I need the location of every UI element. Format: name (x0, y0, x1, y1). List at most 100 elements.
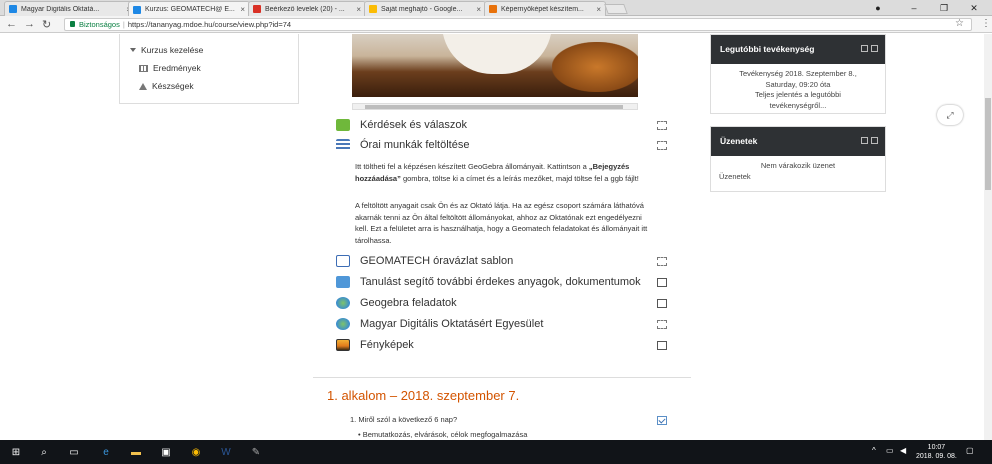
edge-icon[interactable]: e (98, 444, 114, 460)
bookmark-star-icon[interactable]: ☆ (955, 18, 964, 29)
recent-activity-block: Legutóbbi tevékenység Tevékenység 2018. … (710, 34, 886, 114)
completion-checkbox[interactable] (657, 278, 667, 287)
completion-checkbox[interactable] (657, 341, 667, 350)
skills-link[interactable]: Készségek (139, 81, 194, 91)
recent-activity-header: Legutóbbi tevékenység (711, 35, 885, 64)
browser-tab-3[interactable]: Beérkező levelek (20) - ... × (248, 1, 366, 16)
scrollbar-thumb[interactable] (985, 98, 991, 190)
windows-start-icon[interactable]: ⊞ (8, 444, 24, 460)
address-bar[interactable]: Biztonságos | https://tananyag.mdoe.hu/cou… (64, 18, 972, 31)
full-report-link[interactable]: Teljes jelentés a legutóbbi tevékenységrő… (719, 90, 877, 111)
url-globe-icon (336, 318, 350, 330)
activity-lesson-template[interactable]: GEOMATECH óravázlat sablon (336, 255, 513, 267)
back-arrow-icon[interactable]: ← (6, 18, 17, 30)
fullscreen-expand-icon[interactable]: ⤢ (937, 105, 963, 125)
no-messages-text: Nem várakozik üzenet (760, 161, 836, 170)
chrome-icon[interactable]: ◉ (188, 444, 204, 460)
minimize-button[interactable]: – (902, 0, 926, 16)
close-icon[interactable]: × (476, 5, 481, 14)
tray-up-arrow-icon[interactable]: ^ (872, 446, 876, 455)
activity-mdoe-link[interactable]: Magyar Digitális Oktatásért Egyesület (336, 318, 543, 330)
taskbar-clock[interactable]: 10:07 2018. 09. 08. (916, 443, 957, 461)
windows-taskbar: ⊞ ⌕ ▭ e ▬ ▣ ◉ W ✎ ^ ▭ ◀ 10:07 2018. 09. … (0, 440, 992, 464)
collapse-icon[interactable] (871, 137, 878, 144)
reload-icon[interactable]: ↻ (42, 18, 51, 31)
browser-tab-5[interactable]: Képernyőképet készítem... × (484, 1, 606, 16)
activity-label: GEOMATECH óravázlat sablon (360, 255, 514, 267)
browser-tab-4[interactable]: Saját meghajtó - Google... × (364, 1, 486, 16)
course-admin-toggle[interactable]: Kurzus kezelése (130, 45, 203, 55)
section-title[interactable]: 1. alkalom – 2018. szeptember 7. (327, 388, 519, 403)
profile-icon[interactable]: ● (866, 0, 890, 16)
messages-body: Nem várakozik üzenet Üzenetek (711, 156, 885, 187)
task-view-icon[interactable]: ▭ (66, 444, 82, 460)
messages-link[interactable]: Üzenetek (719, 172, 877, 183)
activity-assignment[interactable]: Órai munkák feltöltése (336, 139, 469, 151)
folder-icon (336, 276, 350, 288)
grades-link[interactable]: Eredmények (139, 63, 201, 73)
word-icon[interactable]: W (218, 444, 234, 460)
close-icon[interactable]: × (356, 5, 361, 14)
messages-block: Üzenetek Nem várakozik üzenet Üzenetek (710, 126, 886, 192)
browser-tab-1[interactable]: Magyar Digitális Oktatá... × (4, 1, 136, 16)
activity-label: Órai munkák feltöltése (360, 139, 470, 151)
collapse-icon[interactable] (871, 45, 878, 52)
activity-label: Kérdések és válaszok (360, 119, 467, 131)
close-icon[interactable]: × (240, 5, 245, 14)
activity-photos[interactable]: Fényképek (336, 339, 414, 351)
store-icon[interactable]: ▣ (158, 444, 174, 460)
horizontal-scrollbar[interactable] (352, 103, 638, 110)
tab-title: Beérkező levelek (20) - ... (265, 5, 345, 13)
slides-icon (489, 5, 497, 13)
completion-checkbox[interactable] (657, 257, 667, 266)
dock-icon[interactable] (861, 137, 868, 144)
completion-checkbox[interactable] (657, 141, 667, 150)
url-text: https://tananyag.mdoe.hu/course/view.php… (127, 20, 292, 29)
scrollbar-thumb[interactable] (365, 105, 623, 109)
new-tab-button[interactable] (604, 4, 628, 14)
window-close-button[interactable]: ✕ (962, 0, 986, 16)
completion-checkbox[interactable] (657, 121, 667, 130)
forward-arrow-icon[interactable]: → (24, 18, 35, 30)
activity-resources-folder[interactable]: Tanulást segítő további érdekes anyagok,… (336, 276, 641, 288)
vertical-scrollbar[interactable] (984, 34, 992, 440)
section-question: 1. Miről szól a következő 6 nap? (350, 415, 458, 424)
assignment-icon (336, 139, 350, 151)
file-explorer-icon[interactable]: ▬ (128, 444, 144, 460)
network-icon[interactable]: ▭ (886, 446, 894, 455)
grades-label: Eredmények (153, 63, 201, 73)
browser-menu-icon[interactable]: ⋮ (981, 18, 991, 29)
recent-activity-body: Tevékenység 2018. Szeptember 8., Saturda… (711, 64, 885, 116)
course-admin-block: Kurzus kezelése Eredmények Készségek (119, 34, 299, 104)
forum-icon (336, 119, 350, 131)
completion-checkbox[interactable] (657, 299, 667, 308)
caret-down-icon (130, 48, 136, 52)
tab-title: Kurzus: GEOMATECH@ E... (145, 6, 235, 13)
activity-geogebra-link[interactable]: Geogebra feladatok (336, 297, 457, 309)
assignment-description: Itt töltheti fel a képzésen készített Ge… (355, 162, 639, 183)
messages-header: Üzenetek (711, 127, 885, 156)
notification-icon[interactable]: ▢ (966, 446, 974, 455)
volume-icon[interactable]: ◀ (900, 446, 906, 455)
section-divider (313, 377, 691, 378)
search-icon[interactable]: ⌕ (36, 444, 52, 460)
completion-checkbox[interactable] (657, 320, 667, 329)
activity-forum[interactable]: Kérdések és válaszok (336, 119, 467, 131)
coffee-banner-image (352, 34, 638, 97)
dock-icon[interactable] (861, 45, 868, 52)
skills-label: Készségek (152, 81, 194, 91)
tab-strip: Magyar Digitális Oktatá... × Kurzus: GEO… (0, 0, 992, 17)
completion-checkbox-checked[interactable] (657, 416, 667, 425)
block-title: Üzenetek (720, 136, 758, 146)
browser-toolbar: ← → ↻ Biztonságos | https://tananyag.mdoe.… (0, 16, 992, 33)
page-content: Kurzus kezelése Eredmények Készségek Kér… (0, 34, 992, 440)
assignment-note: A feltöltött anyagait csak Ön és az Okta… (355, 201, 648, 245)
app-icon[interactable]: ✎ (248, 444, 264, 460)
grades-table-icon (139, 64, 148, 72)
browser-tab-2[interactable]: Kurzus: GEOMATECH@ E... × (128, 1, 250, 17)
section-bullet: • Bemutatkozás, elvárások, célok megfoga… (358, 430, 528, 439)
close-icon[interactable]: × (596, 5, 601, 14)
image-icon (336, 339, 350, 351)
maximize-button[interactable]: ❐ (932, 0, 956, 16)
activity-label: Tanulást segítő további érdekes anyagok,… (360, 276, 641, 288)
